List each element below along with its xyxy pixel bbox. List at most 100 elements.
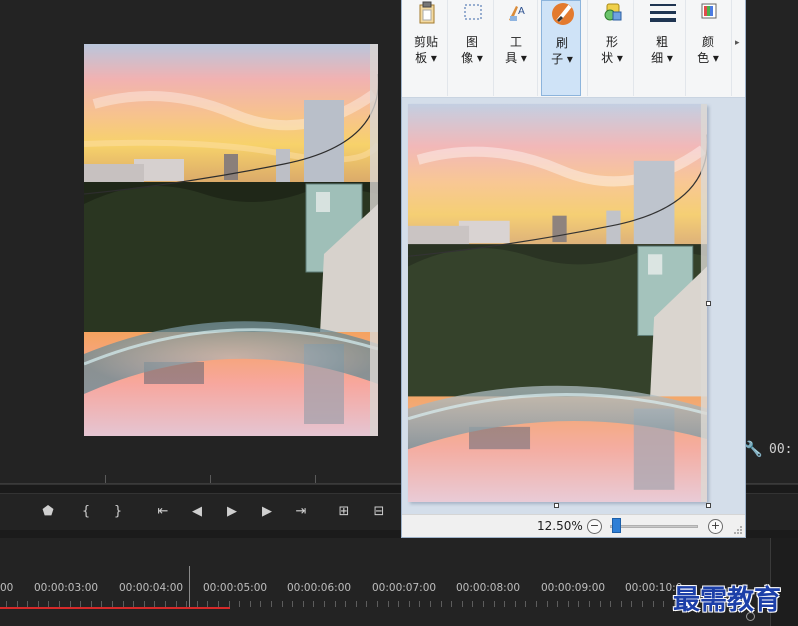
timeline-tick bbox=[250, 601, 251, 607]
size-button[interactable]: 粗 细 ▾ bbox=[642, 0, 682, 96]
shapes-button[interactable]: 形 状 ▾ bbox=[592, 0, 632, 96]
paint-status-bar: 12.50% − + bbox=[402, 514, 745, 537]
zoom-level: 12.50% bbox=[537, 519, 583, 533]
wrench-icon[interactable]: 🔧 bbox=[744, 440, 763, 458]
go-to-out-button[interactable]: ⇥ bbox=[290, 502, 312, 522]
timeline-tick bbox=[356, 601, 357, 607]
brush-icon bbox=[552, 3, 574, 25]
zoom-in-button[interactable]: + bbox=[708, 519, 723, 534]
work-area-bar[interactable] bbox=[0, 607, 230, 609]
timeline-tick bbox=[377, 601, 378, 607]
colors-button[interactable]: 颜 色 ▾ bbox=[688, 0, 728, 96]
clipboard-icon bbox=[419, 1, 435, 24]
timeline-time-label: 00:00:09:00 bbox=[541, 582, 606, 594]
timeline-tick bbox=[282, 601, 283, 607]
ribbon-group-clipboard: 剪贴 板 ▾ bbox=[404, 0, 448, 96]
timeline-tick bbox=[419, 601, 420, 607]
tools-label-1: 工 bbox=[509, 35, 522, 49]
paint-canvas-area[interactable] bbox=[402, 98, 745, 514]
timeline-tick bbox=[589, 601, 590, 607]
size-label-1: 粗 bbox=[655, 35, 668, 49]
sunset-photo-preview bbox=[84, 44, 378, 436]
timeline-tick bbox=[398, 601, 399, 607]
brushes-label-2: 子 ▾ bbox=[551, 52, 573, 66]
size-label-2: 细 ▾ bbox=[651, 51, 673, 65]
shapes-label-1: 形 bbox=[605, 35, 618, 49]
timeline-tick bbox=[441, 601, 442, 607]
timeline-time-label: 00 bbox=[0, 582, 14, 594]
resize-handle-corner[interactable] bbox=[706, 503, 711, 508]
mark-out-button[interactable]: } bbox=[107, 502, 129, 522]
ribbon-group-brushes: 刷 子 ▾ bbox=[538, 0, 588, 96]
timeline-tick bbox=[631, 601, 632, 607]
step-forward-button[interactable]: ▶ bbox=[256, 502, 278, 522]
mark-in-button[interactable]: { bbox=[75, 502, 97, 522]
timeline-tick bbox=[260, 601, 261, 607]
ribbon-group-size: 粗 细 ▾ bbox=[638, 0, 686, 96]
timeline-time-label: 00:00:03:00 bbox=[34, 582, 99, 594]
timeline-tick bbox=[557, 601, 558, 607]
sunset-photo-canvas bbox=[408, 104, 707, 502]
timeline-tick bbox=[472, 601, 473, 607]
image-button[interactable]: 图 像 ▾ bbox=[452, 0, 492, 96]
resize-handle-bottom[interactable] bbox=[554, 503, 559, 508]
step-back-button[interactable]: ◀ bbox=[186, 502, 208, 522]
tools-icon: A bbox=[509, 6, 525, 21]
timeline-tick bbox=[568, 601, 569, 607]
colors-label-1: 颜 bbox=[701, 35, 714, 49]
timeline-tick bbox=[547, 601, 548, 607]
image-label-1: 图 bbox=[465, 35, 478, 49]
timeline-time-label: 00:00:07:00 bbox=[372, 582, 437, 594]
colors-icon bbox=[701, 3, 717, 19]
timeline-tick bbox=[303, 601, 304, 607]
timeline-tick bbox=[610, 601, 611, 607]
timeline-tick bbox=[525, 601, 526, 607]
timeline-tick bbox=[409, 601, 410, 607]
program-monitor-preview bbox=[84, 44, 378, 436]
clipboard-label-1: 剪贴 bbox=[413, 35, 438, 49]
program-timecode: 00: bbox=[769, 442, 793, 457]
timeline-tick bbox=[292, 601, 293, 607]
timeline-tick bbox=[430, 601, 431, 607]
zoom-slider-track[interactable] bbox=[610, 525, 698, 528]
timeline-tick bbox=[504, 601, 505, 607]
ribbon-group-image: 图 像 ▾ bbox=[450, 0, 494, 96]
go-to-in-button[interactable]: ⇤ bbox=[152, 502, 174, 522]
timeline-tick bbox=[483, 601, 484, 607]
timeline-tick bbox=[578, 601, 579, 607]
clipboard-button[interactable]: 剪贴 板 ▾ bbox=[406, 0, 446, 96]
play-button[interactable]: ▶ bbox=[221, 502, 243, 522]
timeline-tick bbox=[324, 601, 325, 607]
paint-ribbon: 剪贴 板 ▾ 图 像 ▾ A 工 具 ▾ 刷 子 ▾ 形 状 ▾ 粗 细 ▾ 颜… bbox=[402, 0, 745, 98]
paint-window: 剪贴 板 ▾ 图 像 ▾ A 工 具 ▾ 刷 子 ▾ 形 状 ▾ 粗 细 ▾ 颜… bbox=[401, 0, 746, 538]
brushes-label-1: 刷 bbox=[555, 36, 568, 50]
timeline-tick bbox=[621, 601, 622, 607]
ribbon-group-shapes: 形 状 ▾ bbox=[590, 0, 634, 96]
select-icon bbox=[464, 4, 482, 20]
ribbon-group-tools: A 工 具 ▾ bbox=[494, 0, 538, 96]
timeline-tick bbox=[494, 601, 495, 607]
zoom-slider-thumb[interactable] bbox=[612, 518, 621, 533]
lift-button[interactable]: ⊞ bbox=[333, 502, 355, 522]
colors-label-2: 色 ▾ bbox=[697, 51, 719, 65]
timeline-time-label: 00:00:05:00 bbox=[203, 582, 268, 594]
paint-image[interactable] bbox=[408, 104, 707, 502]
shapes-icon bbox=[604, 3, 622, 21]
brushes-button[interactable]: 刷 子 ▾ bbox=[541, 0, 581, 96]
timeline-tick bbox=[600, 601, 601, 607]
ribbon-more-arrow[interactable]: ▸ bbox=[735, 38, 740, 48]
clipboard-label-2: 板 ▾ bbox=[415, 51, 437, 65]
zoom-out-button[interactable]: − bbox=[587, 519, 602, 534]
resize-grip-icon[interactable] bbox=[733, 525, 743, 535]
timeline-tick bbox=[271, 601, 272, 607]
svg-text:A: A bbox=[518, 6, 525, 17]
timeline-tick bbox=[345, 601, 346, 607]
watermark-logo: 最需教育 bbox=[673, 585, 781, 616]
tools-button[interactable]: A 工 具 ▾ bbox=[496, 0, 536, 96]
timeline-tick bbox=[239, 601, 240, 607]
timeline-tick bbox=[462, 601, 463, 607]
timeline-time-label: 00:00:08:00 bbox=[456, 582, 521, 594]
add-marker-button[interactable]: ⬟ bbox=[37, 502, 59, 522]
resize-handle-right[interactable] bbox=[706, 301, 711, 306]
extract-button[interactable]: ⊟ bbox=[368, 502, 390, 522]
